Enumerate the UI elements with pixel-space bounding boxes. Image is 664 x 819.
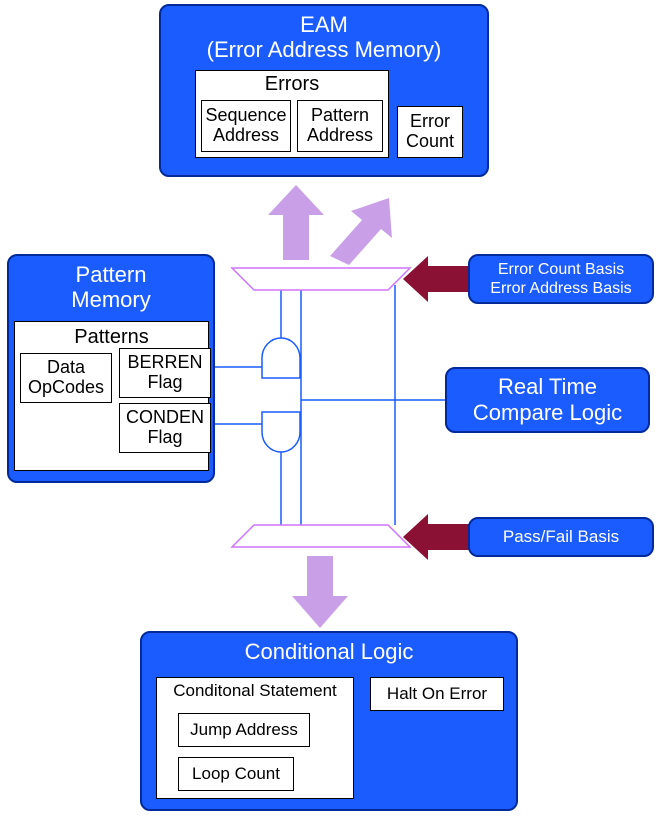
berren-flag-box: BERREN Flag: [119, 348, 211, 398]
compare-l2: Compare Logic: [473, 400, 622, 425]
pm-title-l2: Memory: [71, 287, 150, 312]
err-basis-l1: Error Count Basis: [498, 261, 624, 278]
patterns-head: Patterns: [74, 326, 148, 348]
cond-stmt-head: Conditonal Statement: [173, 682, 337, 701]
diagram-root: EAM (Error Address Memory) Errors Sequen…: [0, 0, 664, 819]
seq-addr-l1: Sequence: [205, 106, 286, 126]
berren-l1: BERREN: [127, 353, 202, 373]
jump-address-box: Jump Address: [178, 713, 310, 747]
pattern-memory-block: Pattern Memory Patterns Data OpCodes BER…: [7, 254, 215, 483]
passfail-label: Pass/Fail Basis: [468, 517, 654, 557]
loop-count-box: Loop Count: [178, 757, 294, 791]
data-opcodes-box: Data OpCodes: [20, 353, 112, 403]
passfail-text: Pass/Fail Basis: [503, 527, 619, 547]
halt-on-error-box: Halt On Error: [370, 677, 504, 711]
conden-l2: Flag: [147, 428, 182, 448]
err-basis-l2: Error Address Basis: [490, 280, 631, 297]
halt-text: Halt On Error: [387, 685, 487, 704]
conden-l1: CONDEN: [126, 408, 204, 428]
error-count-box: Error Count: [397, 106, 463, 158]
seq-addr-l2: Address: [213, 126, 279, 146]
eam-title-line2: (Error Address Memory): [207, 37, 442, 62]
compare-logic-label: Real Time Compare Logic: [445, 367, 650, 433]
error-basis-label: Error Count Basis Error Address Basis: [468, 254, 654, 304]
err-count-l1: Error: [410, 112, 450, 132]
eam-block: EAM (Error Address Memory) Errors Sequen…: [159, 4, 489, 177]
conden-flag-box: CONDEN Flag: [119, 403, 211, 453]
err-count-l2: Count: [406, 132, 454, 152]
pat-addr-l1: Pattern: [311, 106, 369, 126]
loop-text: Loop Count: [192, 765, 280, 784]
cond-title: Conditional Logic: [142, 633, 516, 666]
pm-title-l1: Pattern: [76, 262, 147, 287]
berren-l2: Flag: [147, 373, 182, 393]
pattern-address-box: Pattern Address: [297, 100, 383, 152]
compare-l1: Real Time: [498, 374, 597, 399]
jump-text: Jump Address: [190, 721, 298, 740]
errors-head: Errors: [265, 73, 319, 95]
data-l2: OpCodes: [28, 378, 104, 398]
eam-title: EAM (Error Address Memory): [161, 6, 487, 65]
sequence-address-box: Sequence Address: [201, 100, 291, 152]
conditional-logic-block: Conditional Logic Conditonal Statement J…: [140, 631, 518, 811]
data-l1: Data: [47, 358, 85, 378]
pat-addr-l2: Address: [307, 126, 373, 146]
pm-title: Pattern Memory: [9, 256, 213, 315]
eam-title-line1: EAM: [300, 12, 348, 37]
